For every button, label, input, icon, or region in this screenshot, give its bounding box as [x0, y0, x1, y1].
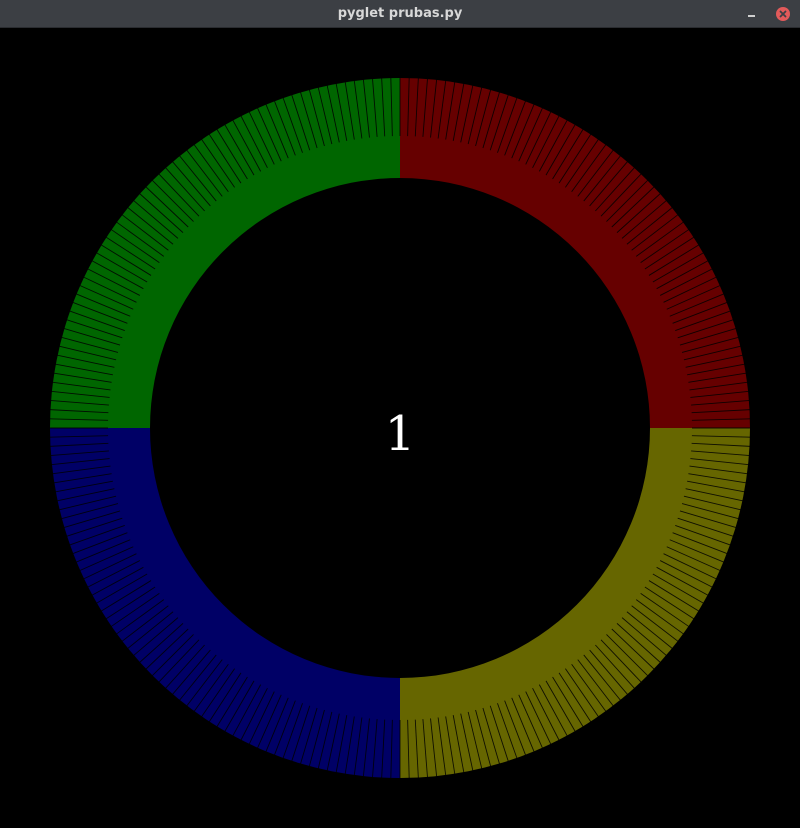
minimize-button[interactable]	[744, 5, 760, 23]
ring-segment-top-left	[50, 78, 400, 428]
close-button[interactable]	[776, 7, 790, 21]
render-canvas[interactable]: 1	[0, 28, 800, 828]
window-title: pyglet prubas.py	[337, 6, 463, 21]
ring-segment-bottom-left	[50, 428, 400, 778]
minimize-icon	[748, 15, 755, 17]
ring-segment-bottom-right	[400, 428, 750, 778]
window-titlebar[interactable]: pyglet prubas.py	[0, 0, 800, 28]
counter-display: 1	[384, 406, 416, 462]
close-icon	[779, 10, 787, 18]
ring-segment-top-right	[400, 78, 750, 428]
app-window: pyglet prubas.py 1	[0, 0, 800, 828]
